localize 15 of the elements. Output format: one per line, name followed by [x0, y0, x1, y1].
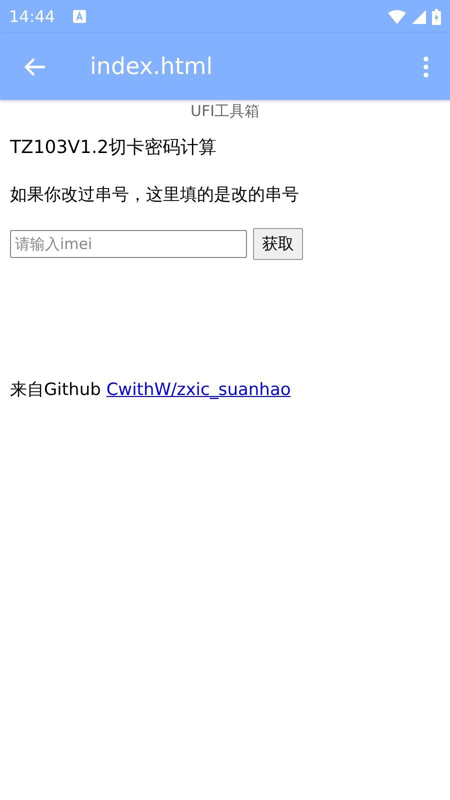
battery-icon	[432, 8, 441, 24]
page-header: UFI工具箱	[190, 102, 260, 120]
note-text: 如果你改过串号，这里填的是改的串号	[10, 184, 300, 206]
notification-icon	[73, 10, 86, 23]
get-button[interactable]: 获取	[253, 228, 303, 260]
imei-input-field[interactable]: 请输入imei	[10, 230, 247, 258]
signal-icon	[412, 10, 426, 24]
credit-text: 来自Github CwithW/zxic_suanhao	[10, 379, 292, 401]
status-time: 14:44	[9, 7, 56, 26]
more-menu-icon[interactable]	[423, 56, 429, 78]
back-arrow-icon[interactable]	[24, 56, 46, 76]
repo-link[interactable]: CwithW/zxic_suanhao	[106, 380, 291, 400]
page-heading: TZ103V1.2切卡密码计算	[10, 136, 218, 159]
app-bar-title: index.html	[90, 54, 214, 80]
wifi-icon	[388, 10, 406, 24]
